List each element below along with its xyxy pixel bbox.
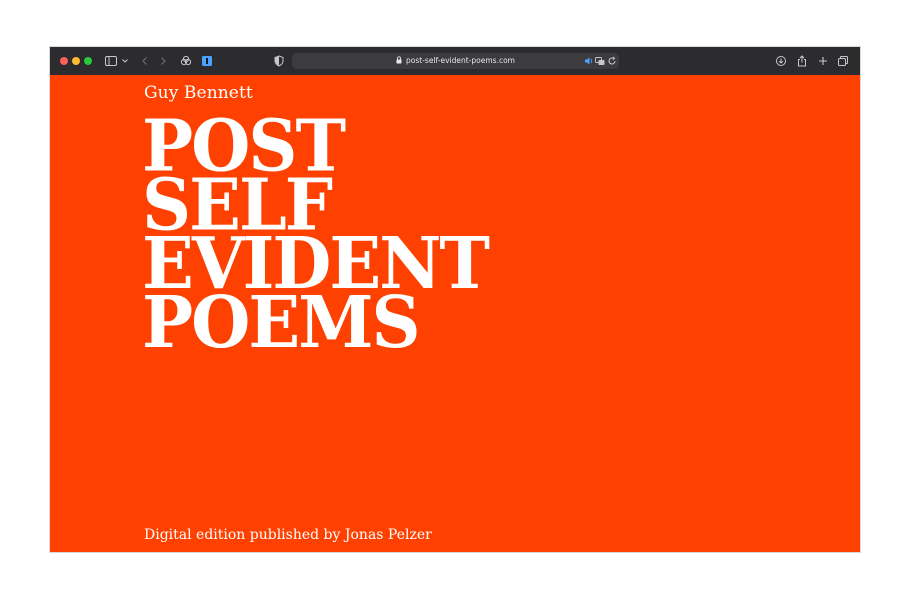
browser-toolbar: post-self-evident-poems.com — [50, 47, 860, 75]
tab-overview-icon[interactable] — [837, 54, 849, 68]
reload-icon[interactable] — [607, 54, 617, 68]
download-icon[interactable] — [775, 54, 787, 68]
share-icon[interactable] — [796, 54, 808, 68]
lock-icon — [396, 56, 402, 64]
translate-icon[interactable] — [595, 54, 605, 68]
back-icon[interactable] — [140, 54, 150, 68]
shield-icon[interactable] — [273, 54, 285, 68]
password-icon[interactable] — [201, 54, 213, 68]
publisher-credit[interactable]: Digital edition published by Jonas Pelze… — [144, 527, 432, 543]
minimize-window-button[interactable] — [72, 57, 80, 65]
extensions-icon[interactable] — [179, 54, 193, 68]
browser-window: post-self-evident-poems.com Guy Bennett — [50, 47, 860, 552]
author-name: Guy Bennett — [144, 83, 253, 103]
zoom-window-button[interactable] — [84, 57, 92, 65]
url-text: post-self-evident-poems.com — [406, 56, 515, 65]
address-bar[interactable]: post-self-evident-poems.com — [292, 53, 619, 69]
audio-icon[interactable] — [584, 54, 594, 68]
forward-icon[interactable] — [158, 54, 168, 68]
chevron-down-icon[interactable] — [121, 54, 129, 68]
page-content: Guy Bennett POST SELF EVIDENT POEMS Digi… — [50, 75, 860, 552]
page-title: POST SELF EVIDENT POEMS — [142, 111, 490, 359]
close-window-button[interactable] — [60, 57, 68, 65]
new-tab-icon[interactable] — [817, 54, 829, 68]
sidebar-icon[interactable] — [105, 54, 119, 68]
